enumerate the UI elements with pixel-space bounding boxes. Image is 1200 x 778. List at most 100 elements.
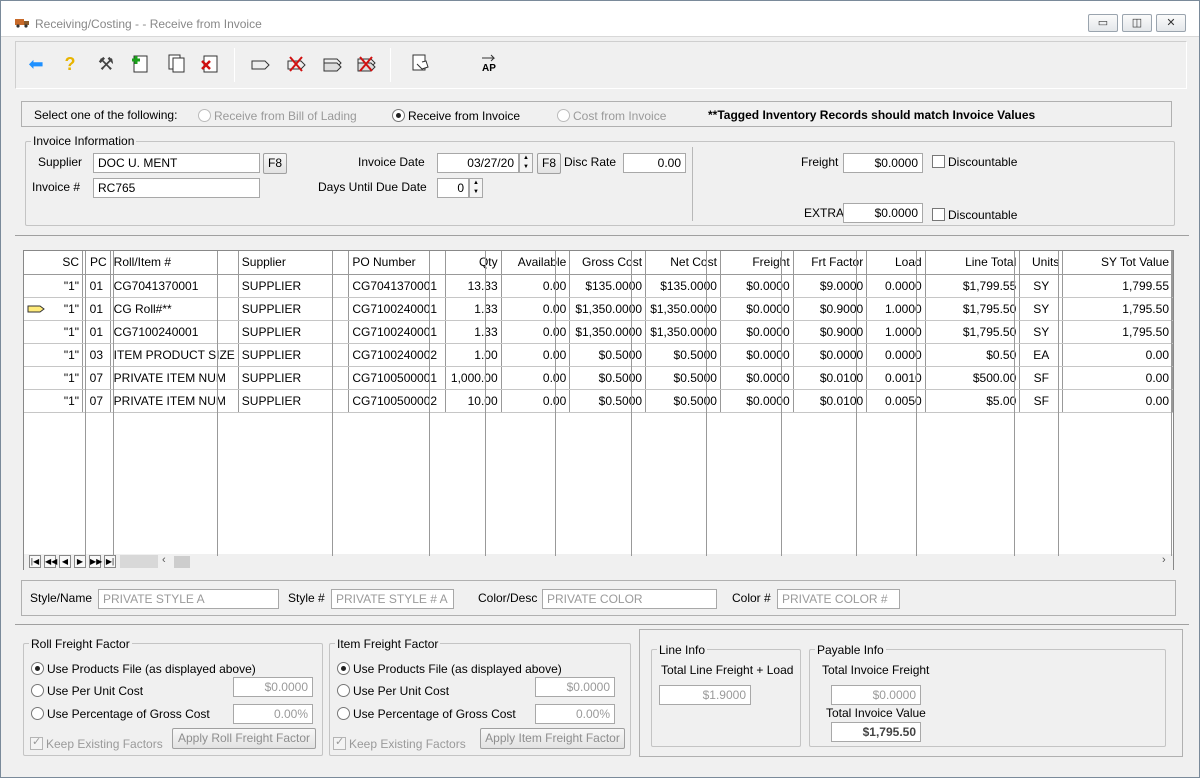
- table-cell[interactable]: $1,350.0000: [569, 297, 647, 321]
- table-cell[interactable]: $0.0000: [720, 297, 794, 321]
- item-percentage-radio[interactable]: [337, 707, 350, 720]
- apply-item-freight-button[interactable]: Apply Item Freight Factor: [480, 728, 625, 749]
- table-cell[interactable]: 0.00: [501, 274, 571, 298]
- table-cell[interactable]: CG Roll#**: [110, 297, 239, 321]
- table-cell[interactable]: SY: [1019, 320, 1064, 344]
- delete-record-icon[interactable]: [198, 52, 222, 76]
- minimize-button[interactable]: ▭: [1088, 14, 1118, 32]
- table-cell[interactable]: 0.00: [1062, 389, 1173, 413]
- table-cell[interactable]: "1": [24, 366, 84, 390]
- table-cell[interactable]: 01: [82, 320, 111, 344]
- radio-cost-from-invoice[interactable]: [557, 109, 570, 122]
- tag-icon[interactable]: [248, 52, 272, 76]
- table-cell[interactable]: 0.00: [501, 320, 571, 344]
- close-button[interactable]: ✕: [1156, 14, 1186, 32]
- table-row[interactable]: "1" 01 CG7041370001 SUPPLIER CG7041370001 13.…: [24, 274, 1173, 298]
- table-cell[interactable]: SY: [1019, 274, 1064, 298]
- scroll-left-icon[interactable]: ‹: [162, 554, 166, 566]
- table-cell[interactable]: PRIVATE ITEM NUM: [110, 389, 239, 413]
- column-header[interactable]: Units: [1019, 251, 1064, 275]
- item-percentage-input[interactable]: 0.00%: [535, 704, 615, 724]
- column-header[interactable]: PO Number: [348, 251, 446, 275]
- table-cell[interactable]: 01: [82, 274, 111, 298]
- table-cell[interactable]: 0.00: [501, 366, 571, 390]
- table-cell[interactable]: 01: [82, 297, 111, 321]
- first-page-icon[interactable]: |◀: [29, 555, 41, 568]
- table-cell[interactable]: $500.00: [925, 366, 1021, 390]
- last-page-icon[interactable]: ▶|: [104, 555, 116, 568]
- table-cell[interactable]: CG7041370001: [110, 274, 239, 298]
- table-cell[interactable]: $1,795.50: [925, 297, 1021, 321]
- scroll-right-icon[interactable]: ›: [1162, 554, 1166, 566]
- table-cell[interactable]: 1.33: [445, 297, 502, 321]
- table-cell[interactable]: "1": [24, 343, 84, 367]
- table-cell[interactable]: $0.5000: [645, 366, 721, 390]
- scroll-thumb[interactable]: [120, 555, 158, 568]
- column-header[interactable]: PC: [82, 251, 111, 275]
- table-row[interactable]: "1" 03 ITEM PRODUCT SIZE SUPPLIER CG71002400…: [24, 343, 1173, 367]
- prev-page-icon[interactable]: ◀◀: [44, 555, 57, 568]
- disc-rate-input[interactable]: 0.00: [623, 153, 686, 173]
- table-cell[interactable]: CG7041370001: [348, 274, 446, 298]
- prev-record-icon[interactable]: ◀: [59, 555, 71, 568]
- table-row[interactable]: "1" 07 PRIVATE ITEM NUM SUPPLIER CG710050000…: [24, 389, 1173, 413]
- table-cell[interactable]: 1.33: [445, 320, 502, 344]
- table-cell[interactable]: CG7100500002: [348, 389, 446, 413]
- roll-per-unit-radio[interactable]: [31, 684, 44, 697]
- table-cell[interactable]: $0.5000: [645, 389, 721, 413]
- invoice-date-input[interactable]: 03/27/20: [437, 153, 519, 173]
- spin-up-icon[interactable]: ▲: [470, 179, 482, 188]
- date-lookup-button[interactable]: F8: [537, 153, 561, 174]
- table-cell[interactable]: 0.00: [1062, 366, 1173, 390]
- table-cell[interactable]: CG7100240001: [348, 297, 446, 321]
- item-per-unit-input[interactable]: $0.0000: [535, 677, 615, 697]
- table-cell[interactable]: $135.0000: [645, 274, 721, 298]
- table-row[interactable]: "1" 07 PRIVATE ITEM NUM SUPPLIER CG710050000…: [24, 366, 1173, 390]
- tag-all-icon[interactable]: [320, 52, 344, 76]
- table-cell[interactable]: $0.5000: [645, 343, 721, 367]
- table-cell[interactable]: 0.00: [1062, 343, 1173, 367]
- days-spinner[interactable]: ▲ ▼: [469, 178, 483, 198]
- table-cell[interactable]: $0.50: [925, 343, 1021, 367]
- spin-up-icon[interactable]: ▲: [520, 154, 532, 163]
- column-header[interactable]: SY Tot Value: [1062, 251, 1173, 275]
- table-cell[interactable]: 10.00: [445, 389, 502, 413]
- extra-input[interactable]: $0.0000: [843, 203, 923, 223]
- grid-horizontal-scrollbar[interactable]: |◀ ◀◀ ◀ ▶ ▶▶ ▶| ‹ ›: [24, 554, 1173, 570]
- supplier-input[interactable]: DOC U. MENT: [93, 153, 260, 173]
- roll-percentage-radio[interactable]: [31, 707, 44, 720]
- table-cell[interactable]: 03: [82, 343, 111, 367]
- table-cell[interactable]: $1,795.50: [925, 320, 1021, 344]
- roll-keep-factors-checkbox[interactable]: [30, 735, 43, 750]
- freight-input[interactable]: $0.0000: [843, 153, 923, 173]
- invoice-number-input[interactable]: RC765: [93, 178, 260, 198]
- next-page-icon[interactable]: ▶▶: [89, 555, 102, 568]
- freight-discountable-checkbox[interactable]: [932, 155, 945, 168]
- days-due-input[interactable]: 0: [437, 178, 469, 198]
- tools-icon[interactable]: ⚒: [94, 52, 118, 76]
- table-cell[interactable]: CG7100240001: [348, 320, 446, 344]
- table-cell[interactable]: "1": [24, 274, 84, 298]
- ap-transfer-icon[interactable]: AP: [478, 52, 502, 76]
- table-cell[interactable]: $0.0000: [720, 274, 794, 298]
- date-spinner[interactable]: ▲ ▼: [519, 153, 533, 173]
- table-cell[interactable]: $5.00: [925, 389, 1021, 413]
- item-use-products-radio[interactable]: [337, 662, 350, 675]
- table-cell[interactable]: 0.00: [501, 297, 571, 321]
- table-cell[interactable]: SY: [1019, 297, 1064, 321]
- table-cell[interactable]: PRIVATE ITEM NUM: [110, 366, 239, 390]
- table-cell[interactable]: 07: [82, 366, 111, 390]
- radio-bill-of-lading[interactable]: [198, 109, 211, 122]
- table-cell[interactable]: 0.00: [501, 389, 571, 413]
- copy-record-icon[interactable]: [164, 52, 188, 76]
- table-cell[interactable]: CG7100240001: [110, 320, 239, 344]
- table-cell[interactable]: $0.0000: [720, 320, 794, 344]
- table-cell[interactable]: $1,350.0000: [645, 297, 721, 321]
- column-header[interactable]: Freight: [720, 251, 794, 275]
- next-record-icon[interactable]: ▶: [74, 555, 86, 568]
- table-cell[interactable]: $0.5000: [569, 343, 647, 367]
- table-row[interactable]: "1"01CG Roll#**SUPPLIERCG71002400011.330…: [24, 297, 1173, 321]
- item-per-unit-radio[interactable]: [337, 684, 350, 697]
- table-cell[interactable]: 13.33: [445, 274, 502, 298]
- table-cell[interactable]: $1,799.55: [925, 274, 1021, 298]
